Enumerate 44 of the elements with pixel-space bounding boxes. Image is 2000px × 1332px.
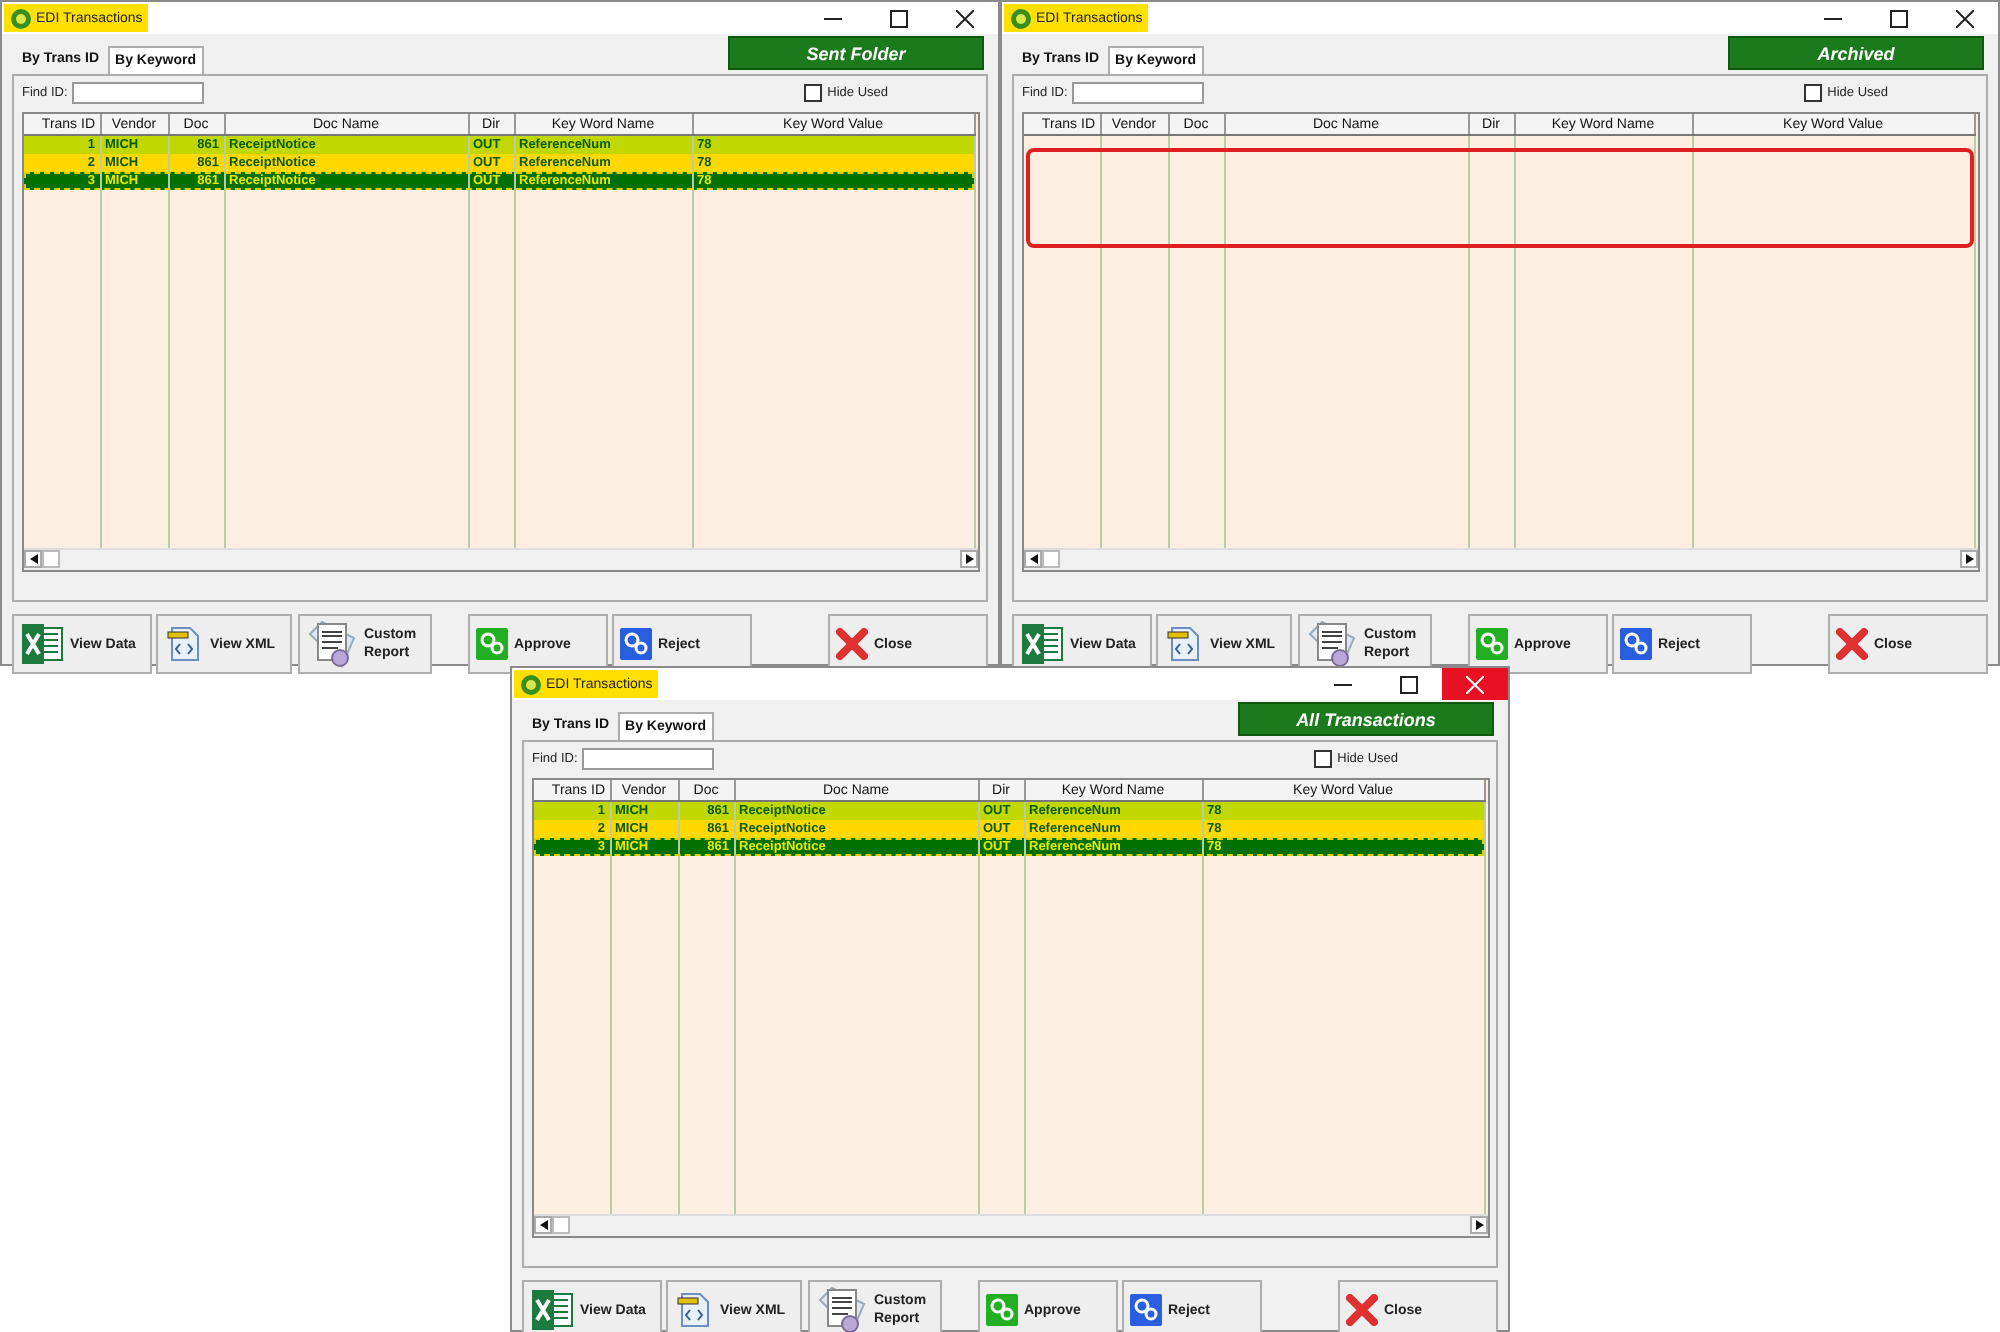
code-file-icon (674, 1290, 714, 1330)
spreadsheet-icon (1020, 622, 1064, 666)
scroll-thumb[interactable] (42, 550, 60, 568)
reject-icon (620, 628, 652, 660)
left-arrow-icon (539, 1220, 547, 1230)
spreadsheet-icon (20, 622, 64, 666)
close-icon (836, 628, 868, 660)
folder-banner: Sent Folder (728, 36, 984, 70)
maximize-icon (890, 9, 908, 27)
reject-icon (1620, 628, 1652, 660)
horizontal-scrollbar[interactable] (1024, 548, 1978, 570)
code-file-icon (164, 624, 204, 664)
folder-banner: Archived (1728, 36, 1984, 70)
maximize-icon (1400, 675, 1418, 693)
folder-banner: All Transactions (1238, 702, 1494, 736)
find-field[interactable] (581, 748, 714, 770)
maximize-icon (1890, 9, 1908, 27)
approve-icon (476, 628, 508, 660)
close-icon (1466, 675, 1484, 693)
find-field[interactable] (71, 82, 204, 104)
approve-icon (1476, 628, 1508, 660)
spreadsheet-icon (530, 1288, 574, 1332)
right-arrow-icon (1965, 554, 1973, 564)
close-icon (1346, 1294, 1378, 1326)
right-arrow-icon (965, 554, 973, 564)
reject-icon (1130, 1294, 1162, 1326)
code-file-icon (1164, 624, 1204, 664)
app-icon (10, 7, 32, 29)
app-icon (1010, 7, 1032, 29)
report-icon (306, 618, 358, 670)
left-arrow-icon (29, 554, 37, 564)
horizontal-scrollbar[interactable] (534, 1214, 1488, 1236)
find-field[interactable] (1071, 82, 1204, 104)
app-icon (520, 673, 542, 695)
scroll-thumb[interactable] (552, 1216, 570, 1234)
close-icon (956, 9, 974, 27)
close-icon (1836, 628, 1868, 660)
right-arrow-icon (1475, 1220, 1483, 1230)
approve-icon (986, 1294, 1018, 1326)
left-arrow-icon (1029, 554, 1037, 564)
report-icon (816, 1284, 868, 1332)
close-icon (1956, 9, 1974, 27)
scroll-thumb[interactable] (1042, 550, 1060, 568)
horizontal-scrollbar[interactable] (24, 548, 978, 570)
